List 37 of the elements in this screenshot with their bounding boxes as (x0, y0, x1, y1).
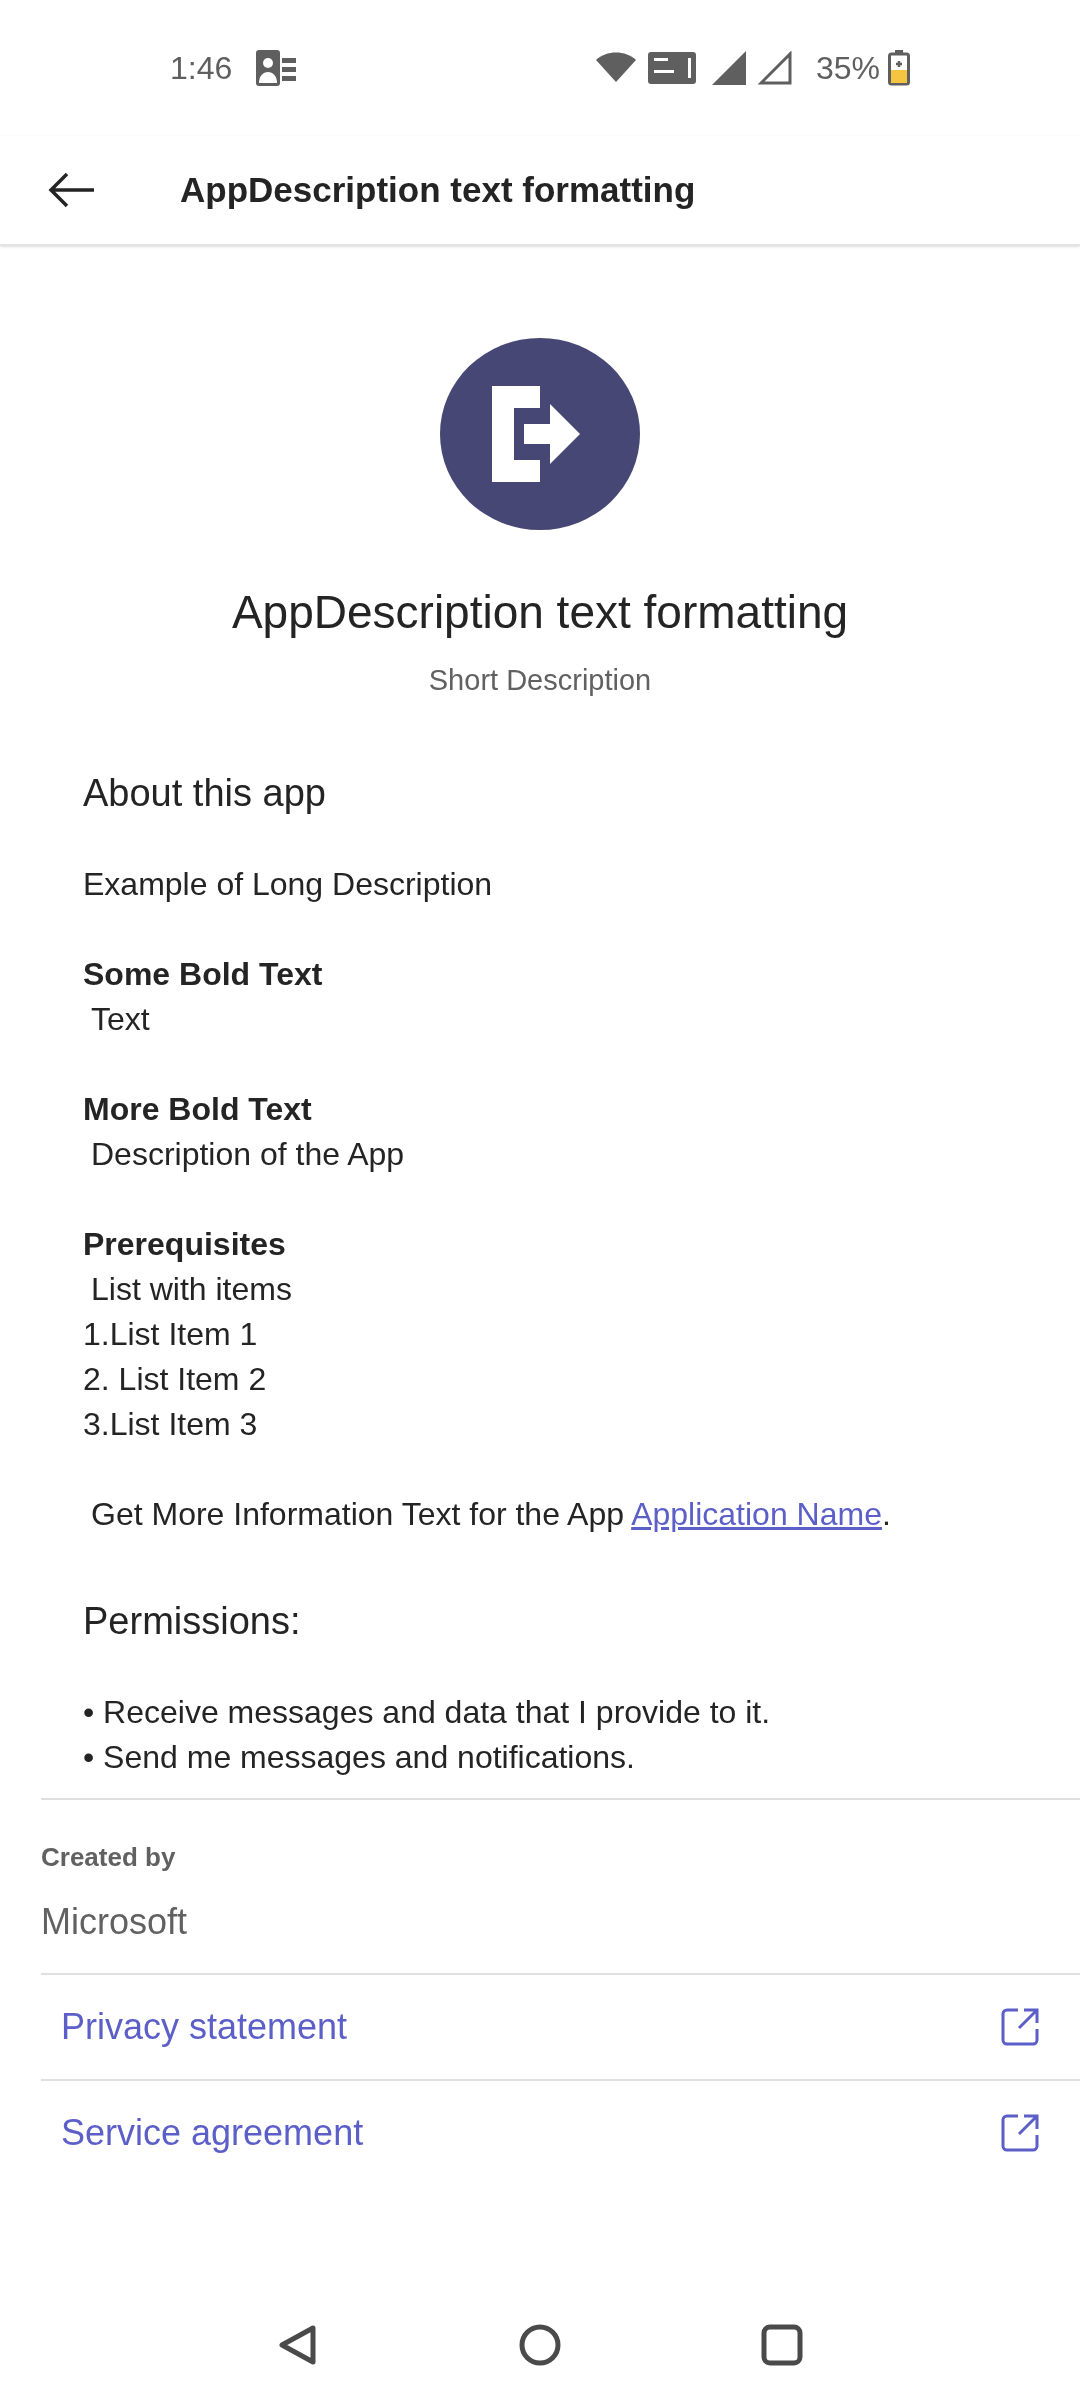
back-arrow-icon (48, 172, 96, 208)
open-external-icon[interactable] (1000, 2112, 1040, 2153)
page-title: AppDescription text formatting (180, 168, 696, 211)
permission-item: • Send me messages and notifications. (83, 1737, 636, 1777)
open-external-icon[interactable] (1000, 2006, 1040, 2047)
battery-icon (888, 50, 910, 86)
created-by-label: Created by (41, 1840, 177, 1874)
external-link[interactable]: Service agreement (61, 2105, 364, 2160)
app-title: AppDescription text formatting (231, 585, 849, 640)
list-item: 2. List Item 2 (83, 1359, 268, 1399)
short-description: Short Description (428, 663, 652, 698)
wifi-icon (595, 52, 636, 84)
signal-icon (757, 51, 792, 85)
section-heading: Permissions: (83, 1598, 302, 1644)
created-by-value: Microsoft (41, 1899, 189, 1944)
description-text: List with items (90, 1269, 293, 1309)
description-text: Text (90, 999, 151, 1039)
list-item: 3.List Item 3 (83, 1404, 259, 1444)
bold-heading: Some Bold Text (83, 954, 324, 994)
app-link[interactable]: Application Name (631, 1495, 882, 1532)
bold-heading: Prerequisites (83, 1224, 287, 1264)
bold-heading: More Bold Text (83, 1089, 313, 1129)
section-heading: About this app (83, 770, 327, 816)
external-link[interactable]: Privacy statement (61, 1999, 348, 2054)
battery-percent: 35% (815, 49, 880, 88)
info-sentence: Get More Information Text for the App Application Name. (90, 1494, 892, 1534)
description-text: Example of Long Description (83, 864, 494, 904)
description-text: Description of the App (90, 1134, 406, 1174)
permission-item: • Receive messages and data that I provide to it. (83, 1692, 772, 1732)
back-nav-icon[interactable] (277, 2324, 319, 2366)
status-time: 1:46 (170, 49, 233, 88)
signal-icon (711, 51, 746, 85)
app-logo-icon (440, 338, 640, 530)
contact-card-icon (256, 50, 297, 86)
home-nav-icon[interactable] (519, 2324, 561, 2366)
recents-nav-icon[interactable] (761, 2324, 803, 2366)
list-item: 1.List Item 1 (83, 1314, 259, 1354)
